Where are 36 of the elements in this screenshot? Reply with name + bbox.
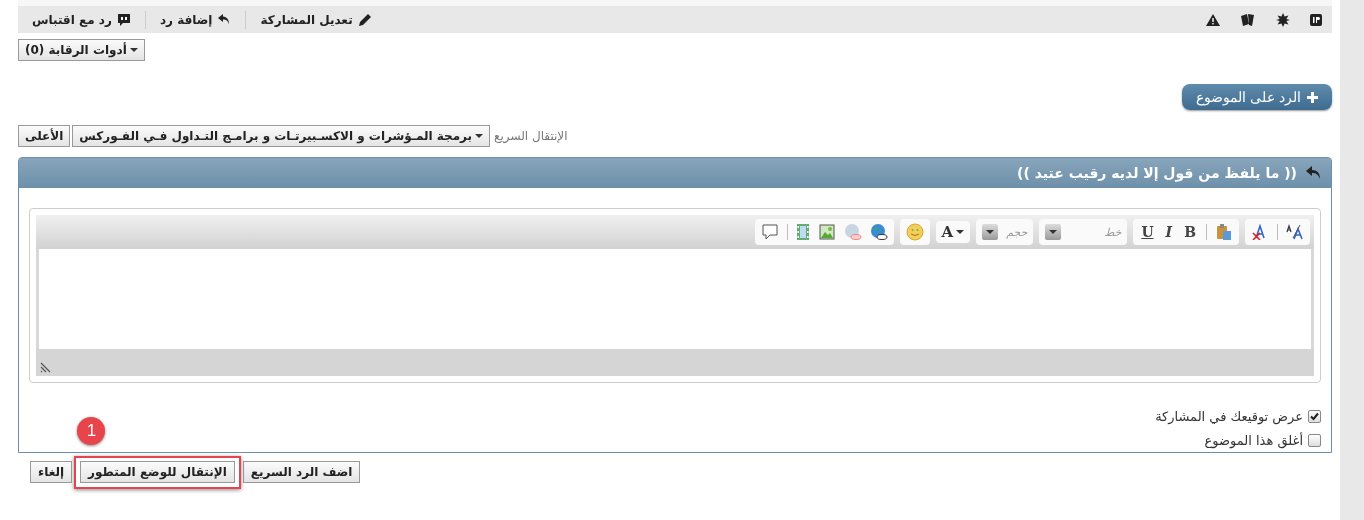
paste-icon[interactable]	[1215, 223, 1233, 241]
warning-icon[interactable]	[1206, 13, 1220, 26]
checkbox[interactable]	[1308, 410, 1321, 423]
post-action-link[interactable]: إضافة رد	[159, 12, 232, 27]
pencil-icon	[357, 12, 372, 27]
top-button[interactable]: الأعلى	[18, 125, 71, 147]
star-icon[interactable]	[1276, 12, 1290, 27]
text-size-icon[interactable]	[1286, 224, 1304, 240]
underline-button[interactable]: U	[1139, 224, 1156, 240]
cards-icon[interactable]	[1240, 12, 1256, 27]
form-button[interactable]: إلغاء	[30, 461, 73, 483]
checkbox[interactable]	[1308, 434, 1321, 447]
undo-arrow-icon[interactable]	[1305, 166, 1321, 180]
plus-icon	[1307, 91, 1318, 103]
moderation-tools-dropdown[interactable]: أدوات الرقابة (0)	[18, 39, 145, 61]
quick-nav-label: الإنتقال السريع	[494, 129, 568, 143]
forum-select[interactable]: برمجة المـؤشرات و الاكسـبيرتـات و برامـج التـداول فـي الفـوركس	[72, 125, 491, 147]
form-button[interactable]: اضف الرد السريع	[242, 461, 361, 483]
option-label: عرض توقيعك في المشاركة	[1155, 409, 1303, 424]
speech-bubble-icon[interactable]	[760, 223, 779, 241]
option-label: أغلق هذا الموضوع	[1204, 433, 1303, 448]
image-icon[interactable]	[817, 223, 836, 241]
quote-bubble-icon	[116, 12, 131, 27]
post-action-link[interactable]: تعديل المشاركة	[260, 12, 372, 27]
italic-button[interactable]: I	[1163, 224, 1175, 240]
step-number-badge: 1	[77, 417, 106, 445]
ip-icon[interactable]	[1310, 13, 1322, 26]
panel-title: (( ما يلفظ من قول إلا لديه رقيب عتيد ))	[1017, 165, 1297, 181]
reply-to-thread-button[interactable]: الرد على الموضوع	[1182, 84, 1332, 110]
font-color-button[interactable]: A	[935, 221, 971, 243]
link-icon[interactable]	[869, 223, 888, 241]
form-button[interactable]: الإنتقال للوضع المتطور	[80, 461, 235, 483]
post-action-link[interactable]: رد مع اقتباس	[32, 12, 131, 27]
bold-button[interactable]: B	[1182, 224, 1198, 240]
film-icon[interactable]	[795, 223, 810, 241]
resize-grip-icon[interactable]	[40, 361, 52, 373]
